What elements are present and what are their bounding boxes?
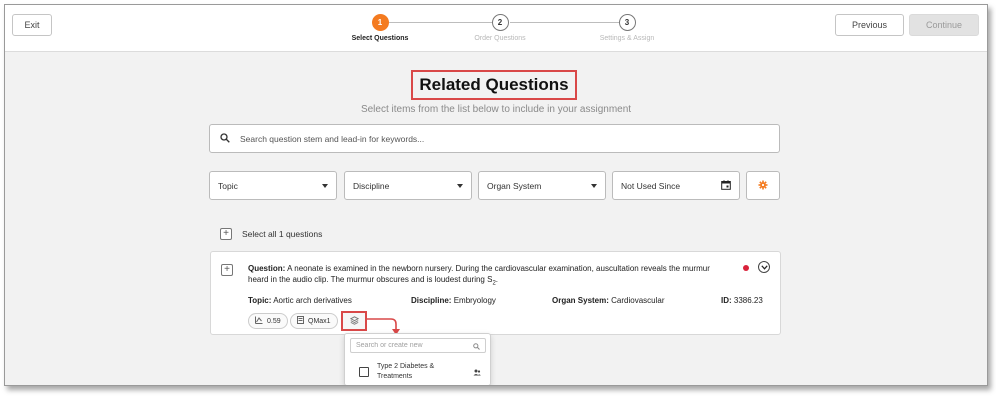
id-meta: ID: 3386.23 [721,296,763,305]
difficulty-value: 0.59 [267,317,281,325]
organ-system-dropdown[interactable]: Organ System [478,171,606,200]
step-number: 3 [618,14,636,31]
top-bar: Exit 1 Select Questions 2 Order Question… [5,5,987,52]
not-used-since-label: Not Used Since [621,180,681,191]
chart-icon [255,316,263,326]
step-label: Select Questions [351,35,409,42]
previous-button[interactable]: Previous [835,14,904,36]
question-stem-end: . [495,275,499,284]
step-settings-assign[interactable]: 3 Settings & Assign [582,14,672,42]
discipline-dropdown[interactable]: Discipline [344,171,472,200]
search-icon [473,337,480,355]
step-label: Order Questions [474,35,526,42]
discipline-dropdown-label: Discipline [353,180,390,191]
question-card: + Question: A neonate is examined in the… [210,251,781,335]
app-frame: Exit 1 Select Questions 2 Order Question… [4,4,988,386]
exit-button[interactable]: Exit [12,14,52,36]
question-text: Question: A neonate is examined in the n… [248,263,718,290]
shared-users-icon [473,363,481,381]
add-question-icon[interactable]: + [221,264,233,276]
tag-search-input[interactable] [356,342,466,349]
caret-down-icon [457,183,463,188]
tag-checkbox[interactable] [359,367,369,377]
expand-chevron-icon[interactable] [758,261,770,273]
select-all-row[interactable]: + Select all 1 questions [220,228,322,240]
step-order-questions[interactable]: 2 Order Questions [455,14,545,42]
continue-button[interactable]: Continue [909,14,979,36]
add-all-icon[interactable]: + [220,228,232,240]
tag-button[interactable] [341,311,367,331]
topic-dropdown[interactable]: Topic [209,171,337,200]
question-stem: A neonate is examined in the newborn nur… [248,264,710,284]
topic-meta: Topic: Aortic arch derivatives [248,296,352,305]
topic-dropdown-label: Topic [218,180,238,191]
tag-popover: Type 2 Diabetes & Treatments [344,333,491,385]
qmax-chip[interactable]: QMax1 [290,313,338,329]
tag-list-item[interactable]: Type 2 Diabetes & Treatments [359,362,481,382]
organ-system-value: Cardiovascular [611,296,665,305]
question-label: Question: [248,264,286,273]
not-used-since-date-field[interactable]: Not Used Since [612,171,740,200]
page-subtitle: Select items from the list below to incl… [360,104,632,115]
search-input[interactable] [240,133,720,144]
difficulty-chip[interactable]: 0.59 [248,313,288,329]
id-value: 3386.23 [733,296,763,305]
stack-icon [349,312,359,330]
caret-down-icon [591,183,597,188]
status-dot [743,265,749,271]
search-icon [220,130,230,148]
organ-system-label: Organ System: [552,296,609,305]
qmax-label: QMax1 [308,317,331,325]
topic-label: Topic: [248,296,272,305]
page-title: Related Questions [419,75,569,94]
step-progress: 1 Select Questions 2 Order Questions 3 S… [335,14,655,48]
organ-system-meta: Organ System: Cardiovascular [552,296,665,305]
id-label: ID: [721,296,732,305]
topic-value: Aortic arch derivatives [273,296,352,305]
gear-icon [758,177,768,195]
calendar-icon[interactable] [721,179,731,192]
organ-system-dropdown-label: Organ System [487,180,542,191]
caret-down-icon [322,183,328,188]
page-title-highlight: Related Questions [411,70,577,100]
step-label: Settings & Assign [599,35,655,42]
select-all-label: Select all 1 questions [242,229,323,239]
filter-settings-button[interactable] [746,171,780,200]
tag-label: Type 2 Diabetes & Treatments [377,363,435,380]
step-number: 2 [491,14,509,31]
discipline-meta: Discipline: Embryology [411,296,496,305]
discipline-value: Embryology [453,296,496,305]
calculator-icon [297,316,304,326]
discipline-label: Discipline: [411,296,452,305]
step-number: 1 [371,14,389,31]
step-select-questions[interactable]: 1 Select Questions [335,14,425,42]
question-search-bar [209,124,780,153]
tag-search-field [350,338,486,353]
